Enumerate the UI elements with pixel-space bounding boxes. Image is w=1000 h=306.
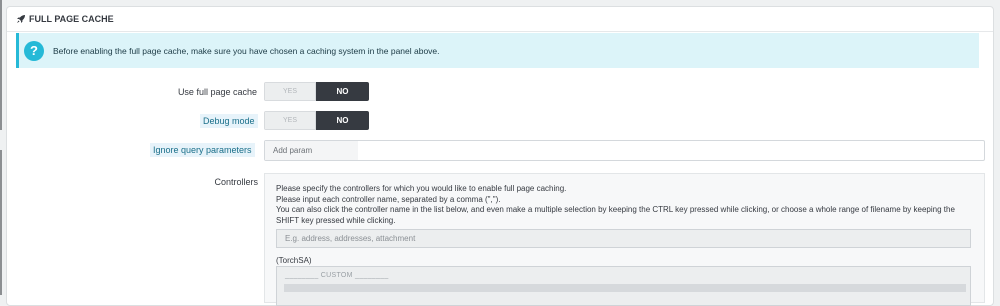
ignore-params-input[interactable]: Add param: [264, 140, 985, 161]
use-cache-no-option[interactable]: NO: [316, 82, 369, 101]
help-line: Please input each controller name, separ…: [276, 194, 501, 204]
controllers-help: Please specify the controllers for which…: [276, 184, 976, 226]
controllers-label: Controllers: [214, 177, 258, 187]
help-line: Please specify the controllers for which…: [276, 184, 567, 193]
debug-mode-no-option[interactable]: NO: [316, 111, 369, 130]
window-edge: [0, 0, 2, 130]
use-cache-yes-option[interactable]: YES: [264, 82, 316, 101]
controllers-listbox[interactable]: ________ CUSTOM ________: [276, 266, 971, 306]
info-alert: ? Before enabling the full page cache, m…: [16, 33, 979, 68]
window-edge: [0, 150, 2, 295]
list-item[interactable]: [284, 284, 966, 292]
rocket-icon: [17, 15, 25, 23]
use-cache-switch[interactable]: YES NO: [264, 82, 369, 101]
controllers-box: Please specify the controllers for which…: [264, 173, 985, 306]
use-cache-label: Use full page cache: [177, 87, 257, 97]
debug-mode-yes-option[interactable]: YES: [264, 111, 316, 130]
debug-mode-switch[interactable]: YES NO: [264, 111, 369, 130]
list-header-custom: ________ CUSTOM ________: [285, 272, 389, 279]
add-param-field[interactable]: Add param: [265, 141, 358, 160]
panel-title: FULL PAGE CACHE: [29, 14, 114, 24]
panel-heading: FULL PAGE CACHE: [7, 7, 993, 32]
alert-text: Before enabling the full page cache, mak…: [53, 45, 440, 56]
controllers-input[interactable]: E.g. address, addresses, attachment: [276, 229, 971, 248]
help-line: You can also click the controller name i…: [276, 205, 955, 225]
controllers-group-label: (TorchSA): [276, 256, 312, 265]
question-circle-icon: ?: [24, 40, 44, 61]
ignore-params-label: Ignore query parameters: [150, 143, 255, 157]
debug-mode-label: Debug mode: [200, 114, 258, 128]
